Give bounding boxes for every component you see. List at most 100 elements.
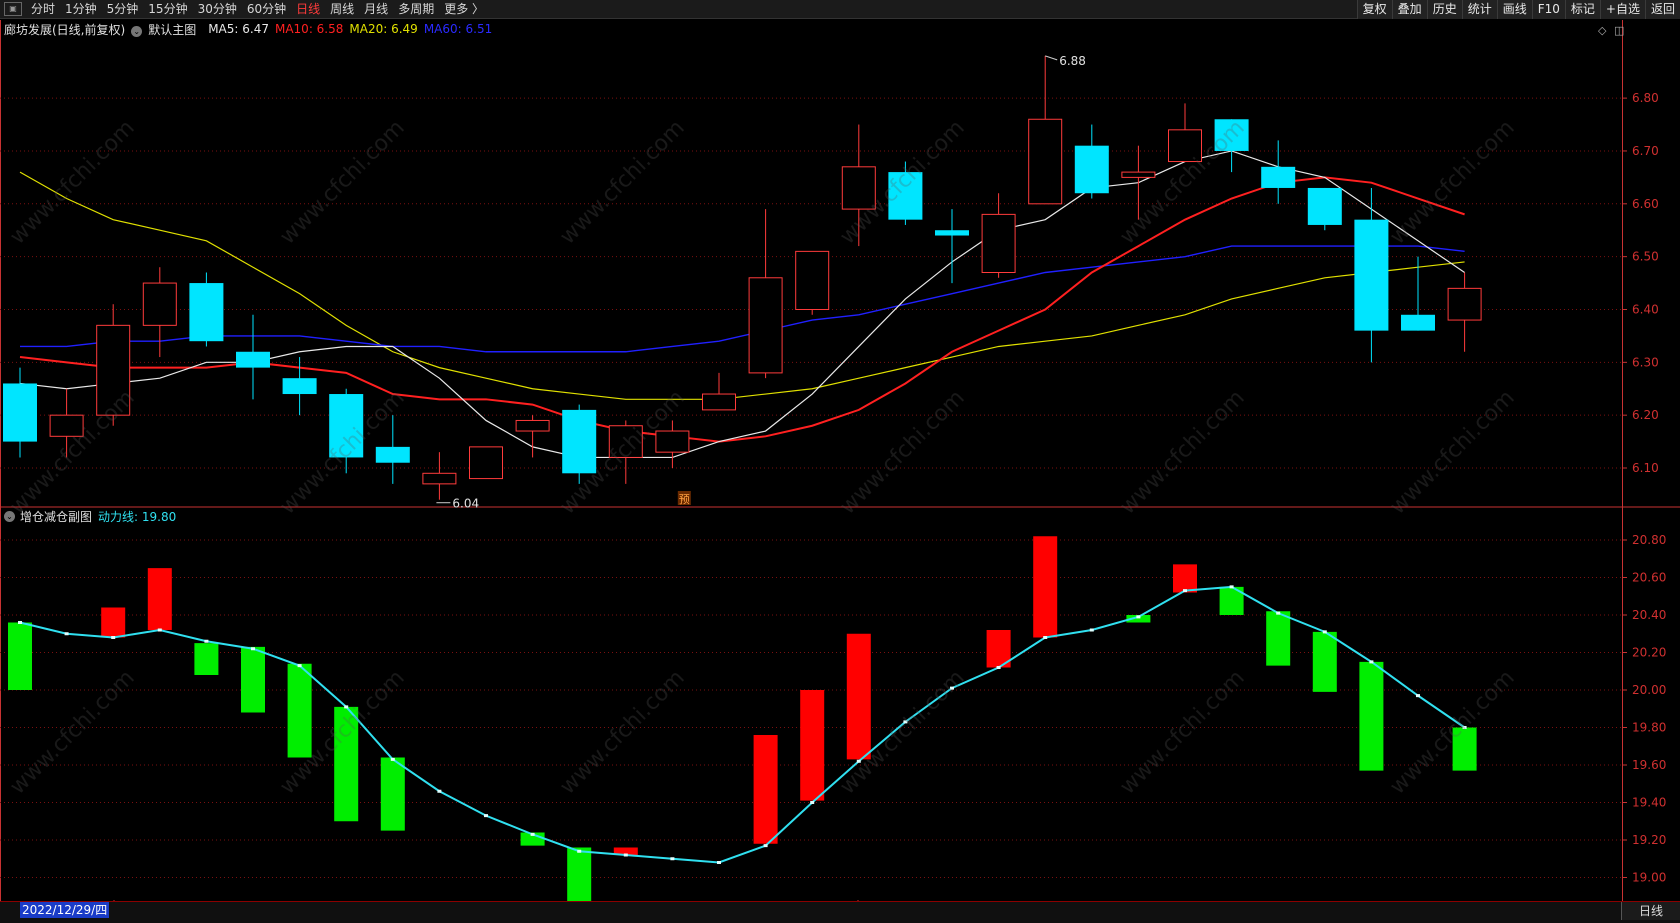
- power-line-dot: [670, 857, 675, 861]
- decrease-bar: [1312, 631, 1337, 692]
- sub-y-tick-label: 19.20: [1632, 833, 1666, 847]
- sub-y-tick-label: 20.00: [1632, 683, 1666, 697]
- sub-y-tick-label: 20.40: [1632, 608, 1666, 622]
- candle-body-down: [375, 446, 410, 463]
- power-line-dot: [1369, 660, 1374, 664]
- increase-bar: [846, 633, 871, 760]
- power-line-dot: [1043, 636, 1048, 639]
- candle-body-up: [608, 425, 643, 458]
- main-y-tick-label: 6.60: [1632, 197, 1659, 211]
- increase-bar: [101, 607, 126, 638]
- period-button[interactable]: 日线: [1621, 902, 1680, 920]
- candle-body-up: [469, 446, 503, 480]
- power-line-dot: [810, 801, 815, 804]
- power-line-dot: [903, 720, 908, 724]
- power-line-dot: [251, 647, 255, 651]
- power-line-dot: [1229, 585, 1234, 589]
- power-line-dot: [950, 686, 954, 690]
- candle-body-down: [888, 172, 923, 220]
- power-line-dot: [763, 844, 768, 848]
- sub-y-tick-label: 19.60: [1632, 758, 1666, 772]
- candle-body-up: [142, 282, 177, 326]
- power-line-dot: [297, 664, 302, 668]
- increase-bar: [800, 690, 825, 801]
- decrease-bar: [567, 847, 592, 904]
- main-y-tick-label: 6.50: [1632, 250, 1659, 264]
- candle-body-down: [1354, 219, 1389, 331]
- power-line-dot: [1276, 611, 1281, 615]
- high-label: 6.88: [1059, 54, 1086, 68]
- chart-canvas[interactable]: 6.80 6.70 6.60 6.50 6.40 6.30 6.20 6.10 20.80 20.…: [0, 0, 1680, 922]
- candle-body-up: [981, 213, 1016, 273]
- power-line-dot: [1416, 694, 1420, 698]
- candle-body-up: [702, 393, 736, 411]
- power-line-dot: [1462, 726, 1467, 729]
- high-pointer: [1045, 55, 1058, 61]
- power-line-dot: [1136, 615, 1141, 619]
- main-y-tick-label: 6.40: [1632, 302, 1659, 316]
- power-line-dot: [344, 705, 349, 709]
- sub-y-tick-label: 19.80: [1632, 721, 1666, 735]
- candle-body-down: [236, 351, 270, 368]
- sub-y-tick-label: 20.60: [1632, 571, 1666, 585]
- candle-body-up: [1121, 171, 1156, 178]
- candle-body-down: [935, 230, 969, 236]
- power-line-dot: [484, 814, 488, 818]
- candle-body-down: [1307, 187, 1342, 225]
- candle-body-up: [96, 324, 131, 416]
- decrease-bar: [380, 757, 405, 831]
- power-line-dot: [18, 621, 22, 624]
- candle-body-up: [655, 430, 690, 453]
- power-line-dot: [437, 789, 442, 793]
- power-line-dot: [577, 849, 582, 853]
- main-y-tick-label: 6.70: [1632, 144, 1659, 158]
- candle-body-down: [1261, 166, 1296, 188]
- power-line-dot: [717, 861, 721, 864]
- power-line-dot: [996, 666, 1001, 669]
- power-line-dot: [390, 757, 395, 761]
- candle-body-down: [189, 283, 224, 342]
- cursor-date-label: 2022/12/29/四: [20, 902, 110, 918]
- power-line-dot: [1322, 630, 1327, 634]
- sub-y-tick-label: 20.80: [1632, 533, 1666, 547]
- decrease-bar: [194, 643, 219, 675]
- candle-body-up: [1168, 129, 1202, 163]
- power-line-dot: [856, 759, 861, 763]
- candle-body-down: [562, 409, 597, 474]
- decrease-bar: [8, 622, 32, 690]
- decrease-bar: [1452, 727, 1477, 771]
- sub-y-tick-label: 19.00: [1632, 871, 1666, 885]
- main-y-tick-label: 6.30: [1632, 355, 1659, 369]
- window-icon: ◫: [1614, 24, 1624, 37]
- candle-body-down: [1074, 145, 1109, 194]
- candle-body-up: [515, 419, 550, 432]
- increase-bar: [1173, 564, 1197, 593]
- candle-body-down: [329, 394, 364, 458]
- candle-body-up: [795, 250, 830, 310]
- power-line-dot: [530, 832, 535, 836]
- decrease-bar: [1359, 661, 1384, 771]
- main-y-tick-label: 6.20: [1632, 408, 1659, 422]
- power-line: [19, 585, 1466, 864]
- power-line-dot: [111, 636, 116, 639]
- decrease-bar: [1266, 611, 1291, 666]
- bottom-bar: [0, 901, 1680, 923]
- main-y-tick-label: 6.10: [1632, 461, 1659, 475]
- diamond-icon: ◇: [1598, 24, 1607, 37]
- candle-body-up: [1028, 118, 1063, 205]
- sub-y-tick-label: 20.20: [1632, 646, 1666, 660]
- power-line-dot: [157, 628, 162, 632]
- candle-body-down: [3, 383, 37, 442]
- ma5-line: [19, 150, 1465, 459]
- power-line-dot: [64, 632, 69, 636]
- decrease-bar: [334, 706, 359, 822]
- candle-body-up: [422, 472, 457, 485]
- candle-body-up: [841, 166, 876, 210]
- sub-y-tick-label: 19.40: [1632, 796, 1666, 810]
- candle-body-up: [1447, 287, 1482, 321]
- power-line-dot: [1089, 628, 1094, 632]
- candle-body-down: [1214, 119, 1249, 151]
- increase-bar: [147, 568, 172, 630]
- low-label: 6.04: [452, 497, 479, 511]
- decrease-bar: [287, 663, 312, 758]
